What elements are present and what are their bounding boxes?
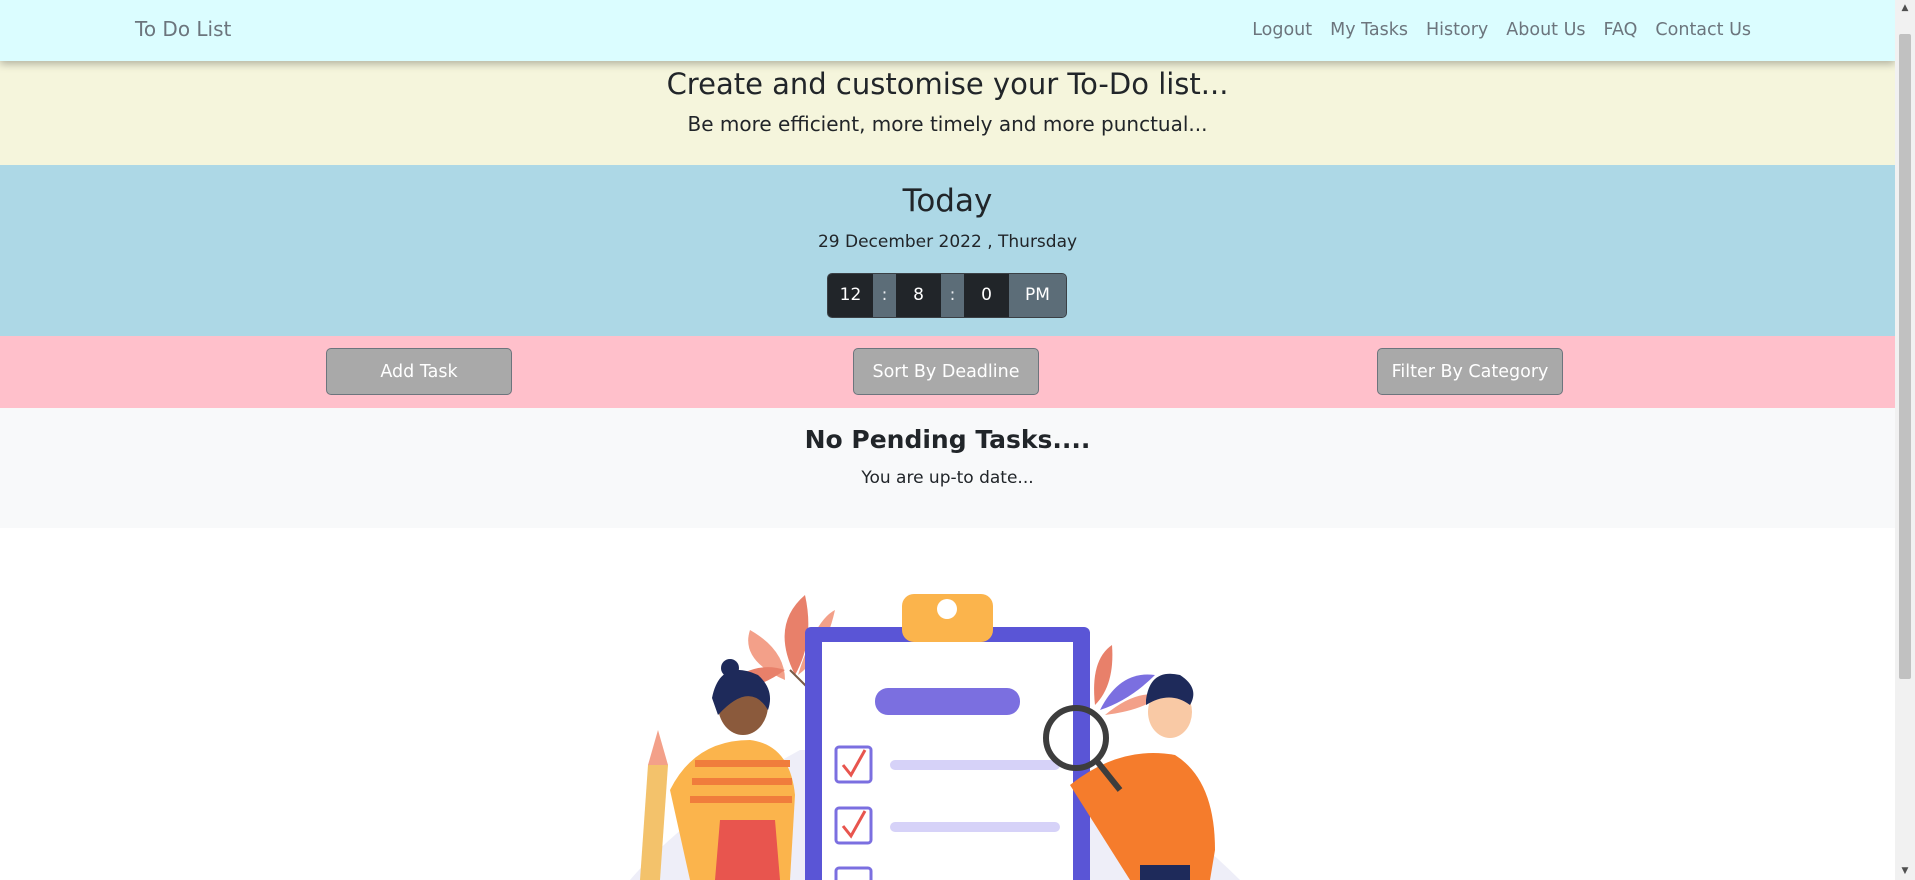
scroll-thumb[interactable] — [1899, 34, 1911, 679]
hero-banner: Create and customise your To-Do list... … — [0, 61, 1895, 165]
pending-title: No Pending Tasks.... — [804, 425, 1091, 454]
today-title: Today — [902, 183, 993, 219]
scroll-up-arrow-icon[interactable]: ▲ — [1895, 0, 1915, 17]
nav-links: Logout My Tasks History About Us FAQ Con… — [1252, 20, 1751, 40]
pending-subtitle: You are up-to date... — [861, 468, 1034, 488]
nav-link-faq[interactable]: FAQ — [1604, 20, 1638, 40]
clock-minutes: 8 — [896, 274, 941, 317]
navbar: To Do List Logout My Tasks History About… — [0, 0, 1895, 61]
clock-seconds: 0 — [964, 274, 1009, 317]
page: To Do List Logout My Tasks History About… — [0, 0, 1895, 880]
sort-by-deadline-button[interactable]: Sort By Deadline — [853, 348, 1039, 395]
brand-link[interactable]: To Do List — [135, 17, 231, 41]
clock-hours: 12 — [828, 274, 873, 317]
nav-link-about-us[interactable]: About Us — [1506, 20, 1585, 40]
clock-separator: : — [873, 274, 896, 317]
todo-clipboard-illustration — [630, 594, 1240, 880]
scroll-down-arrow-icon[interactable]: ▼ — [1895, 863, 1915, 880]
today-date: 29 December 2022 , Thursday — [817, 232, 1078, 252]
filter-label: Filter By Category — [1391, 362, 1549, 382]
hero-subtitle: Be more efficient, more timely and more … — [687, 112, 1208, 136]
clock: 12 : 8 : 0 PM — [827, 273, 1067, 318]
hero-title: Create and customise your To-Do list... — [666, 67, 1229, 101]
pending-tasks-section: No Pending Tasks.... You are up-to date.… — [0, 408, 1895, 528]
clock-ampm: PM — [1009, 274, 1066, 317]
vertical-scrollbar[interactable]: ▲ ▼ — [1895, 0, 1915, 880]
nav-link-contact-us[interactable]: Contact Us — [1655, 20, 1751, 40]
nav-link-logout[interactable]: Logout — [1252, 20, 1312, 40]
add-task-button[interactable]: Add Task — [326, 348, 512, 395]
nav-link-history[interactable]: History — [1426, 20, 1488, 40]
nav-link-my-tasks[interactable]: My Tasks — [1330, 20, 1408, 40]
action-bar: Add Task Sort By Deadline Filter By Cate… — [0, 336, 1895, 420]
clock-separator: : — [941, 274, 964, 317]
today-section: Today 29 December 2022 , Thursday 12 : 8… — [0, 165, 1895, 336]
filter-by-category-dropdown[interactable]: Filter By Category — [1377, 348, 1563, 420]
